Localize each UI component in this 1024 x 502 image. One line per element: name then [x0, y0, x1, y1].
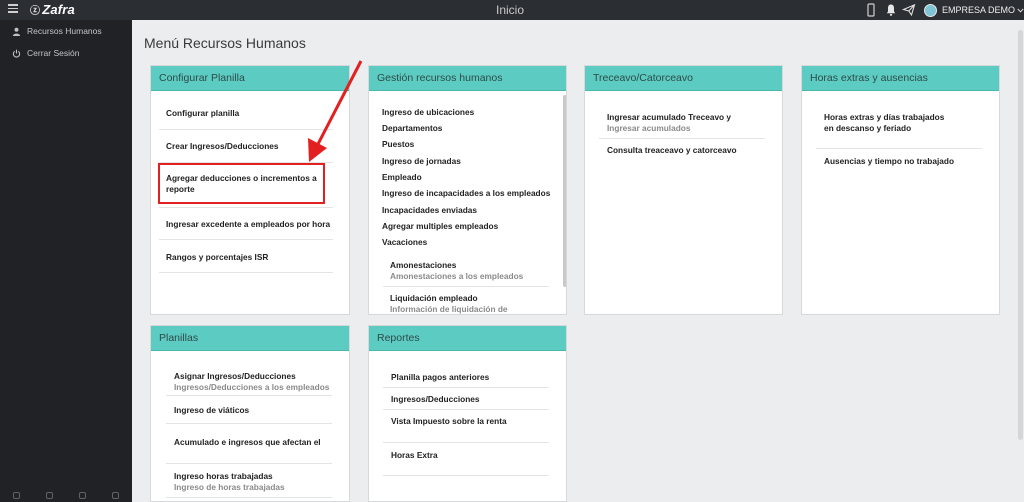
notification-bell-icon[interactable]: [884, 3, 898, 17]
menu-link-configurar-planilla[interactable]: Configurar planilla: [166, 108, 336, 119]
divider: [816, 148, 982, 149]
sidebar-footer-toolbar: [0, 488, 132, 502]
divider: [599, 138, 765, 139]
page-header-title: Inicio: [496, 3, 525, 17]
menu-link-ingreso-incapacidades[interactable]: Ingreso de incapacidades a los empleados: [382, 188, 550, 199]
card-header: Reportes: [369, 326, 566, 351]
divider: [383, 387, 549, 388]
card-header: Gestión recursos humanos: [369, 66, 566, 91]
divider: [159, 207, 333, 208]
menu-link-departamentos[interactable]: Departamentos: [382, 123, 442, 134]
menu-link-subtitle: Ingresos/Deducciones a los empleados: [174, 382, 330, 392]
menu-link-planilla-pagos-anteriores[interactable]: Planilla pagos anteriores: [391, 372, 489, 383]
divider: [166, 395, 332, 396]
card-header: Configurar Planilla: [151, 66, 349, 91]
divider: [166, 463, 332, 464]
menu-link-subtitle: Amonestaciones a los empleados: [390, 271, 524, 281]
person-icon: [12, 27, 21, 36]
fullscreen-icon[interactable]: [46, 491, 53, 499]
menu-link-crear-ingresos-deducciones[interactable]: Crear Ingresos/Deducciones: [166, 141, 336, 152]
user-menu[interactable]: EMPRESA DEMO: [924, 2, 1024, 18]
mobile-phone-icon[interactable]: [864, 3, 878, 17]
card-horas-extras-ausencias: Horas extras y ausencias Horas extras y …: [801, 65, 1000, 315]
card-header: Horas extras y ausencias: [802, 66, 999, 91]
divider: [383, 442, 549, 443]
menu-link-acumulado-ingresos[interactable]: Acumulado e ingresos que afectan el: [174, 437, 321, 448]
divider: [159, 239, 333, 240]
menu-link-ingreso-horas-trabajadas[interactable]: Ingreso horas trabajadas Ingreso de hora…: [174, 471, 285, 493]
menu-link-liquidacion-empleado[interactable]: Liquidación empleado Información de liqu…: [390, 293, 508, 314]
settings-icon[interactable]: [13, 491, 20, 499]
menu-link-ingreso-ubicaciones[interactable]: Ingreso de ubicaciones: [382, 107, 474, 118]
menu-link-ingresos-deducciones[interactable]: Ingresos/Deducciones: [391, 394, 480, 405]
divider: [159, 272, 333, 273]
highlight-box: [158, 163, 325, 204]
app-logo-text: Zafra: [42, 2, 75, 17]
menu-link-subtitle: Ingresar acumulados: [607, 123, 691, 133]
menu-link-amonestaciones[interactable]: Amonestaciones Amonestaciones a los empl…: [390, 260, 523, 282]
card-treceavo-catorceavo: Treceavo/Catorceavo Ingresar acumulado T…: [584, 65, 783, 315]
menu-link-ingreso-jornadas[interactable]: Ingreso de jornadas: [382, 156, 461, 167]
user-avatar: [924, 3, 937, 17]
divider: [383, 409, 549, 410]
card-planillas: Planillas Asignar Ingresos/Deducciones I…: [150, 325, 350, 502]
sidebar-item-label: Cerrar Sesión: [27, 48, 80, 58]
sidebar: Recursos Humanos Cerrar Sesión: [0, 20, 132, 502]
card-header: Planillas: [151, 326, 349, 351]
page-title: Menú Recursos Humanos: [144, 35, 306, 51]
menu-link-agregar-multiples-empleados[interactable]: Agregar multiples empleados: [382, 221, 498, 232]
menu-link-ingresar-acumulado-treceavo[interactable]: Ingresar acumulado Treceavo y Ingresar a…: [607, 112, 731, 134]
menu-link-subtitle: Información de liquidación de: [390, 304, 508, 314]
menu-link-incapacidades-enviadas[interactable]: Incapacidades enviadas: [382, 205, 477, 216]
sidebar-item-label: Recursos Humanos: [27, 26, 102, 36]
menu-link-horas-extras-feriado[interactable]: Horas extras y días trabajados en descan…: [824, 112, 954, 134]
lock-icon[interactable]: [79, 491, 86, 499]
scrollbar[interactable]: [563, 95, 566, 287]
menu-link-ingresar-excedente[interactable]: Ingresar excedente a empleados por hora: [166, 219, 341, 230]
card-header: Treceavo/Catorceavo: [585, 66, 782, 91]
menu-link-subtitle: Ingreso de horas trabajadas: [174, 482, 285, 492]
menu-link-rangos-isr[interactable]: Rangos y porcentajes ISR: [166, 252, 336, 263]
menu-link-asignar-ingresos-deducciones[interactable]: Asignar Ingresos/Deducciones Ingresos/De…: [174, 371, 329, 393]
menu-link-vista-impuesto-renta[interactable]: Vista Impuesto sobre la renta: [391, 416, 507, 427]
menu-link-title: Ingreso horas trabajadas: [174, 471, 273, 481]
menu-link-puestos[interactable]: Puestos: [382, 139, 414, 150]
menu-link-ausencias[interactable]: Ausencias y tiempo no trabajado: [824, 156, 954, 167]
menu-link-title: Asignar Ingresos/Deducciones: [174, 371, 296, 381]
menu-link-ingreso-viaticos[interactable]: Ingreso de viáticos: [174, 405, 249, 416]
card-gestion-recursos-humanos: Gestión recursos humanos Ingreso de ubic…: [368, 65, 567, 315]
sidebar-item-recursos-humanos[interactable]: Recursos Humanos: [12, 26, 102, 36]
divider: [166, 423, 332, 424]
divider: [166, 497, 332, 498]
divider: [159, 129, 333, 130]
power-icon: [12, 49, 21, 58]
menu-link-vacaciones[interactable]: Vacaciones: [382, 237, 427, 248]
send-paper-plane-icon[interactable]: [902, 3, 916, 17]
card-reportes: Reportes Planilla pagos anteriores Ingre…: [368, 325, 567, 502]
menu-link-consulta-treceavo[interactable]: Consulta treaceavo y catorceavo: [607, 145, 737, 156]
hamburger-menu-icon[interactable]: [8, 4, 18, 14]
power-off-icon[interactable]: [112, 491, 119, 499]
page-scrollbar[interactable]: [1018, 30, 1023, 440]
menu-link-title: Liquidación empleado: [390, 293, 478, 303]
top-bar: ⓩ Zafra Inicio EMPRESA DEMO: [0, 0, 1024, 20]
sidebar-item-cerrar-sesion[interactable]: Cerrar Sesión: [12, 48, 79, 58]
menu-link-empleado[interactable]: Empleado: [382, 172, 422, 183]
app-logo[interactable]: ⓩ Zafra: [30, 2, 75, 17]
user-name: EMPRESA DEMO: [942, 5, 1016, 15]
chevron-down-icon: [1017, 8, 1024, 13]
divider: [383, 475, 549, 476]
menu-link-horas-extra[interactable]: Horas Extra: [391, 450, 438, 461]
menu-link-title: Ingresar acumulado Treceavo y: [607, 112, 732, 122]
divider: [383, 286, 549, 287]
menu-link-title: Amonestaciones: [390, 260, 457, 270]
